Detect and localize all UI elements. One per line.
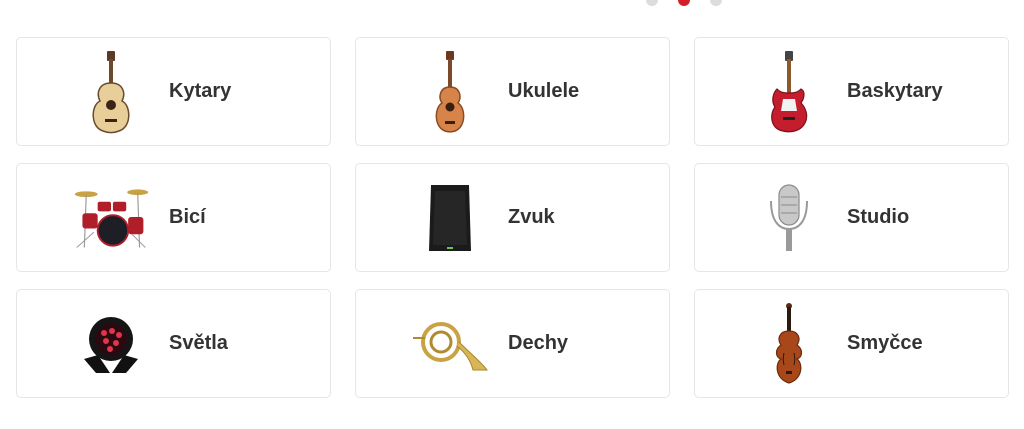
category-grid: Kytary Ukulele Baskytary Bicí Zvuk Studi… bbox=[16, 37, 1009, 398]
category-card-kytary[interactable]: Kytary bbox=[16, 37, 331, 146]
category-card-studio[interactable]: Studio bbox=[694, 163, 1009, 272]
category-label: Studio bbox=[847, 206, 910, 228]
carousel-dot-2[interactable] bbox=[678, 0, 690, 6]
category-card-bici[interactable]: Bicí bbox=[16, 163, 331, 272]
stage-light-icon bbox=[71, 299, 151, 389]
bass-guitar-icon bbox=[749, 47, 829, 137]
carousel-dot-1[interactable] bbox=[646, 0, 658, 6]
category-label: Kytary bbox=[169, 80, 232, 102]
category-label: Ukulele bbox=[508, 80, 580, 102]
french-horn-icon bbox=[410, 299, 490, 389]
acoustic-guitar-icon bbox=[71, 47, 151, 137]
category-card-dechy[interactable]: Dechy bbox=[355, 289, 670, 398]
category-label: Světla bbox=[169, 332, 228, 354]
drum-kit-icon bbox=[71, 173, 151, 263]
category-card-baskytary[interactable]: Baskytary bbox=[694, 37, 1009, 146]
category-label: Dechy bbox=[508, 332, 569, 354]
category-card-zvuk[interactable]: Zvuk bbox=[355, 163, 670, 272]
category-label: Baskytary bbox=[847, 80, 943, 102]
category-label: Zvuk bbox=[508, 206, 555, 228]
category-card-smycce[interactable]: Smyčce bbox=[694, 289, 1009, 398]
category-card-ukulele[interactable]: Ukulele bbox=[355, 37, 670, 146]
violin-icon bbox=[749, 299, 829, 389]
ukulele-icon bbox=[410, 47, 490, 137]
carousel-pagination bbox=[646, 0, 722, 6]
category-label: Smyčce bbox=[847, 332, 923, 354]
speaker-icon bbox=[410, 173, 490, 263]
carousel-dot-3[interactable] bbox=[710, 0, 722, 6]
studio-microphone-icon bbox=[749, 173, 829, 263]
category-card-svetla[interactable]: Světla bbox=[16, 289, 331, 398]
category-label: Bicí bbox=[169, 206, 206, 228]
